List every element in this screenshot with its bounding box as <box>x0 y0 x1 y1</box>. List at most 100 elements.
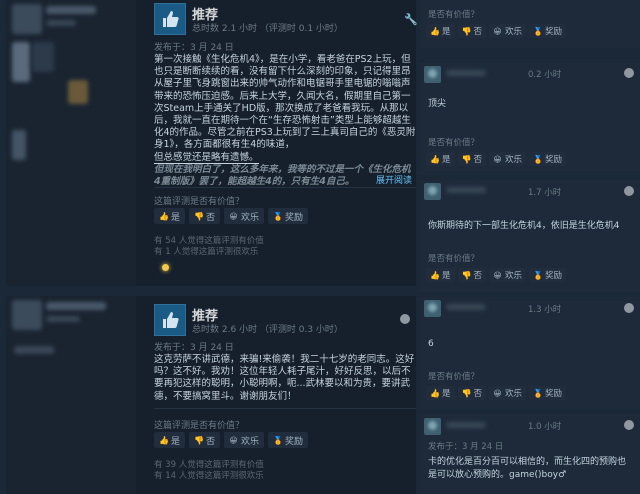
review-body: 这克劳萨不讲武德，来骗!来偷袭！我二十七岁的老同志。这好吗？这不好。我劝！这位年… <box>154 354 416 403</box>
steam-logo-icon <box>624 186 634 196</box>
comment-text: 你斯期待的下一部生化危机4，依旧是生化危机4 <box>428 221 620 231</box>
comment-author-blurred <box>446 187 486 193</box>
vote-yes-label: 是 <box>171 212 181 223</box>
avatar[interactable] <box>424 66 441 83</box>
recommendation-header: 推荐 总时数 2.1 小时 （评测时 0.1 小时） 🔧 <box>154 3 418 37</box>
award-button[interactable]: 🏅 奖励 <box>268 208 309 224</box>
vote-funny-button[interactable]: 😀 欢乐 <box>489 152 527 166</box>
vote-funny-label: 欢乐 <box>505 27 523 37</box>
vote-yes-button[interactable]: 👍 是 <box>154 432 186 448</box>
vote-buttons: 👍 是 👎 否 😀 欢乐 🏅 奖励 <box>154 208 309 224</box>
avatar[interactable] <box>424 183 441 200</box>
vote-funny-button[interactable]: 😀 欢乐 <box>224 432 265 448</box>
review-paragraph: 第一次接触《生化危机4》，是在小学，看老爸在PS2上玩，但也只是断断续续的看，没… <box>154 54 416 151</box>
award-icon: 🏅 <box>273 211 284 221</box>
award-button[interactable]: 🏅 奖励 <box>529 152 567 166</box>
comment-author-blurred <box>446 304 486 310</box>
laugh-icon: 😀 <box>229 211 238 221</box>
laugh-icon: 😀 <box>493 388 502 398</box>
award-button[interactable]: 🏅 奖励 <box>529 268 567 282</box>
comment-text: 6 <box>428 339 434 349</box>
review-paragraph: 这克劳萨不讲武德，来骗!来偷袭！我二十七岁的老同志。这好吗？这不好。我劝！这位年… <box>154 354 415 402</box>
thumbs-up-icon: 👍 <box>430 388 440 398</box>
vote-no-button[interactable]: 👎 否 <box>457 24 487 38</box>
award-button[interactable]: 🏅 奖励 <box>529 386 567 400</box>
review-card: 推荐 总时数 2.1 小时 （评测时 0.1 小时） 🔧 发布于：3 月 24 … <box>6 0 418 286</box>
vote-funny-button[interactable]: 😀 欢乐 <box>489 24 527 38</box>
vote-yes-button[interactable]: 👍 是 <box>426 152 455 166</box>
thumbs-down-icon: 👎 <box>461 270 472 280</box>
wrench-icon[interactable]: 🔧 <box>404 13 418 26</box>
avatar[interactable] <box>424 300 441 317</box>
post-date: 发布于：3 月 24 日 <box>154 343 234 353</box>
review-body: 第一次接触《生化危机4》，是在小学，看老爸在PS2上玩，但也只是断断续续的看，没… <box>154 54 416 188</box>
award-icon: 🏅 <box>533 388 544 398</box>
helpful-question: 这篇评测是否有价值？ <box>154 421 245 431</box>
comment-playtime: 0.2 小时 <box>528 70 562 80</box>
vote-no-label: 否 <box>473 389 483 399</box>
laugh-icon: 😀 <box>493 270 502 280</box>
vote-no-label: 否 <box>206 212 216 223</box>
vote-no-label: 否 <box>473 271 483 281</box>
comment-playtime: 1.7 小时 <box>528 188 562 198</box>
vote-funny-label: 欢乐 <box>241 212 260 223</box>
vote-no-button[interactable]: 👎 否 <box>457 152 487 166</box>
award-label: 奖励 <box>545 155 563 165</box>
comment-helpful-question: 是否有价值？ <box>428 138 480 148</box>
comment-vote-buttons: 👍 是 👎 否 😀 欢乐 🏅 奖励 <box>426 268 567 282</box>
thumbs-down-icon: 👎 <box>461 154 472 164</box>
vote-yes-label: 是 <box>442 155 451 165</box>
award-button[interactable]: 🏅 奖励 <box>529 24 567 38</box>
funny-count: 有 14 人觉得这篇评测很欢乐 <box>154 471 264 481</box>
vote-no-button[interactable]: 👎 否 <box>457 386 487 400</box>
laugh-icon: 😀 <box>229 435 238 445</box>
award-icon: 🏅 <box>533 270 544 280</box>
vote-funny-label: 欢乐 <box>505 389 523 399</box>
laugh-icon: 😀 <box>493 154 502 164</box>
vote-funny-button[interactable]: 😀 欢乐 <box>224 208 265 224</box>
vote-no-button[interactable]: 👎 否 <box>189 208 221 224</box>
vote-yes-button[interactable]: 👍 是 <box>426 386 455 400</box>
vote-funny-label: 欢乐 <box>505 271 523 281</box>
award-label: 奖励 <box>545 389 563 399</box>
comment-helpful-question: 是否有价值？ <box>428 254 480 264</box>
divider <box>154 187 416 188</box>
avatar[interactable] <box>424 418 441 435</box>
hours-played: 总时数 2.6 小时 （评测时 0.3 小时） <box>192 325 343 335</box>
comment-post-date: 发布于：3 月 24 日 <box>428 442 504 452</box>
comment-helpful-question: 是否有价值？ <box>428 372 480 382</box>
vote-yes-label: 是 <box>442 271 451 281</box>
expand-review-link[interactable]: 展开阅读 <box>376 173 412 186</box>
thumbs-up-icon <box>154 3 186 35</box>
comment-helpful-question: 是否有价值？ <box>428 10 480 20</box>
comment-vote-buttons: 👍 是 👎 否 😀 欢乐 🏅 奖励 <box>426 152 567 166</box>
comment-text: 顶尖 <box>428 99 447 109</box>
post-date: 发布于：3 月 24 日 <box>154 43 234 53</box>
comment-playtime: 1.0 小时 <box>528 422 562 432</box>
vote-funny-label: 欢乐 <box>505 155 523 165</box>
laugh-icon: 😀 <box>493 26 502 36</box>
vote-funny-button[interactable]: 😀 欢乐 <box>489 386 527 400</box>
vote-no-label: 否 <box>473 155 483 165</box>
vote-yes-button[interactable]: 👍 是 <box>426 268 455 282</box>
thumbs-up-icon: 👍 <box>159 211 169 221</box>
vote-yes-button[interactable]: 👍 是 <box>426 24 455 38</box>
vote-buttons: 👍 是 👎 否 😀 欢乐 🏅 奖励 <box>154 432 309 448</box>
vote-yes-button[interactable]: 👍 是 <box>154 208 186 224</box>
comment-author-blurred <box>446 70 486 76</box>
award-button[interactable]: 🏅 奖励 <box>268 432 309 448</box>
reviewer-info-blurred <box>6 0 136 286</box>
thumbs-up-icon: 👍 <box>159 435 169 445</box>
award-icon <box>162 264 169 271</box>
vote-funny-button[interactable]: 😀 欢乐 <box>489 268 527 282</box>
vote-no-button[interactable]: 👎 否 <box>457 268 487 282</box>
comment-vote-buttons: 👍 是 👎 否 😀 欢乐 🏅 奖励 <box>426 386 567 400</box>
recommendation-header: 推荐 总时数 2.6 小时 （评测时 0.3 小时） <box>154 304 416 338</box>
thumbs-down-icon: 👎 <box>194 435 204 445</box>
thumbs-up-icon: 👍 <box>430 26 440 36</box>
funny-count: 有 1 人觉得这篇评测很欢乐 <box>154 247 259 257</box>
steam-logo-icon <box>624 68 634 78</box>
award-icon: 🏅 <box>533 154 544 164</box>
vote-no-button[interactable]: 👎 否 <box>189 432 221 448</box>
vote-yes-label: 是 <box>442 27 451 37</box>
